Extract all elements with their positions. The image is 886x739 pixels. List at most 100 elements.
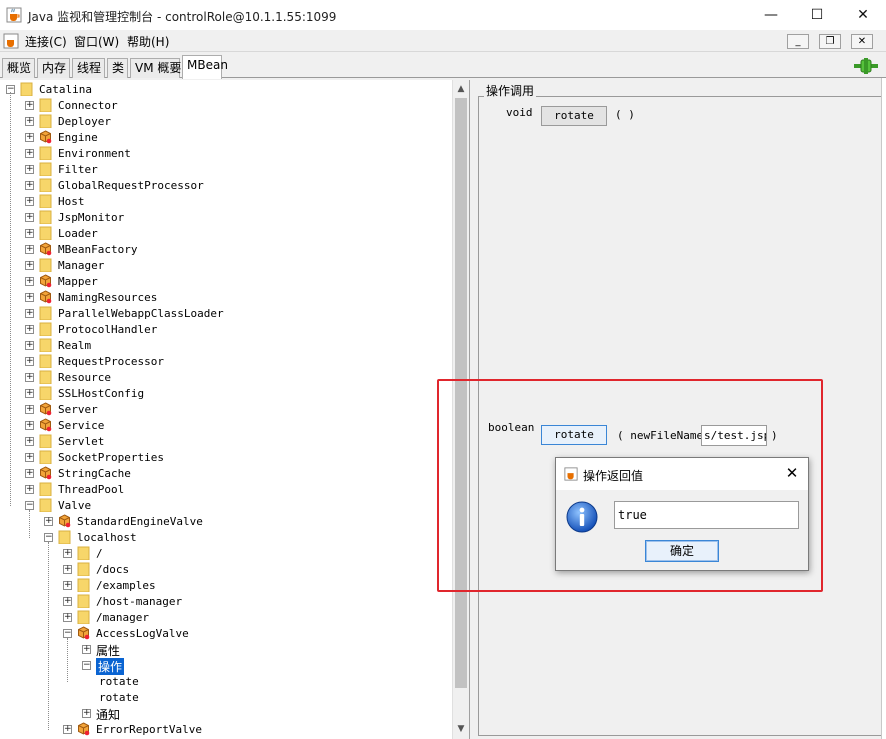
folder-icon	[39, 386, 52, 400]
expand-icon[interactable]: +	[63, 581, 72, 590]
expand-icon[interactable]: +	[25, 437, 34, 446]
menu-help[interactable]: 帮助(H)	[127, 33, 169, 50]
scroll-up-arrow-icon[interactable]: ▲	[453, 81, 469, 97]
expand-icon[interactable]: +	[25, 213, 34, 222]
connection-plug-icon[interactable]	[852, 57, 880, 75]
mdi-close-button[interactable]: ✕	[851, 34, 873, 49]
op1-rotate-button[interactable]: rotate	[541, 106, 607, 126]
expand-icon[interactable]: +	[25, 181, 34, 190]
mdi-restore-button[interactable]: ❐	[819, 34, 841, 49]
tree-node[interactable]: + Engine	[0, 130, 450, 146]
tree-node[interactable]: + Service	[0, 418, 450, 434]
tree-node[interactable]: + ErrorReportValve	[0, 722, 450, 738]
expand-icon[interactable]: +	[25, 341, 34, 350]
expand-icon[interactable]: +	[25, 357, 34, 366]
expand-icon[interactable]: +	[25, 229, 34, 238]
expand-icon[interactable]: +	[25, 309, 34, 318]
tree-node[interactable]: + /	[0, 546, 450, 562]
tree-node[interactable]: + /manager	[0, 610, 450, 626]
collapse-icon[interactable]: −	[82, 661, 91, 670]
expand-icon[interactable]: +	[25, 373, 34, 382]
tree-node-operation[interactable]: rotate	[0, 690, 450, 706]
tab-classes[interactable]: 类	[107, 58, 128, 78]
tree-node[interactable]: + Realm	[0, 338, 450, 354]
menu-window[interactable]: 窗口(W)	[74, 33, 119, 50]
tree-node[interactable]: + NamingResources	[0, 290, 450, 306]
expand-icon[interactable]: +	[25, 405, 34, 414]
tree-node[interactable]: + Loader	[0, 226, 450, 242]
expand-icon[interactable]: +	[25, 149, 34, 158]
expand-icon[interactable]: +	[25, 277, 34, 286]
tree-node[interactable]: + MBeanFactory	[0, 242, 450, 258]
tree-node[interactable]: + Resource	[0, 370, 450, 386]
expand-icon[interactable]: +	[25, 389, 34, 398]
expand-icon[interactable]: +	[25, 469, 34, 478]
tab-threads[interactable]: 线程	[72, 58, 105, 78]
tab-mbean[interactable]: MBean	[182, 55, 228, 79]
tree-node[interactable]: + SocketProperties	[0, 450, 450, 466]
tree-node[interactable]: − Valve	[0, 498, 450, 514]
tree-node[interactable]: − localhost	[0, 530, 450, 546]
expand-icon[interactable]: +	[82, 709, 91, 718]
expand-icon[interactable]: +	[44, 517, 53, 526]
tree-node[interactable]: + ThreadPool	[0, 482, 450, 498]
menu-connection[interactable]: 连接(C)	[25, 33, 67, 50]
minimize-button[interactable]: —	[748, 0, 794, 30]
expand-icon[interactable]: +	[25, 245, 34, 254]
tree-node[interactable]: + SSLHostConfig	[0, 386, 450, 402]
tree-node[interactable]: + Host	[0, 194, 450, 210]
tree-node[interactable]: + /docs	[0, 562, 450, 578]
expand-icon[interactable]: +	[63, 725, 72, 734]
mdi-minimize-button[interactable]: _	[787, 34, 809, 49]
collapse-icon[interactable]: −	[44, 533, 53, 542]
expand-icon[interactable]: +	[25, 133, 34, 142]
tree-node[interactable]: + /examples	[0, 578, 450, 594]
tree-node[interactable]: + Servlet	[0, 434, 450, 450]
tree-node[interactable]: + ParallelWebappClassLoader	[0, 306, 450, 322]
expand-icon[interactable]: +	[25, 117, 34, 126]
folder-icon	[77, 610, 90, 624]
expand-icon[interactable]: +	[25, 485, 34, 494]
tree-node[interactable]: + Environment	[0, 146, 450, 162]
maximize-button[interactable]: ☐	[794, 0, 840, 30]
ok-button[interactable]: 确定	[645, 540, 719, 562]
expand-icon[interactable]: +	[25, 261, 34, 270]
mbean-tree[interactable]: − Catalina + Connector + Deployer + Engine + Envi…	[0, 80, 470, 739]
tree-node[interactable]: + JspMonitor	[0, 210, 450, 226]
tree-node[interactable]: + 通知	[0, 706, 450, 722]
expand-icon[interactable]: +	[25, 101, 34, 110]
tree-node[interactable]: + Manager	[0, 258, 450, 274]
expand-icon[interactable]: +	[25, 453, 34, 462]
tab-overview[interactable]: 概览	[2, 58, 35, 78]
tree-node[interactable]: + StandardEngineValve	[0, 514, 450, 530]
tree-node[interactable]: + /host-manager	[0, 594, 450, 610]
collapse-icon[interactable]: −	[25, 501, 34, 510]
tree-node[interactable]: + ProtocolHandler	[0, 322, 450, 338]
tree-node[interactable]: + Mapper	[0, 274, 450, 290]
expand-icon[interactable]: +	[25, 293, 34, 302]
expand-icon[interactable]: +	[63, 597, 72, 606]
tab-memory[interactable]: 内存	[37, 58, 70, 78]
expand-icon[interactable]: +	[82, 645, 91, 654]
close-button[interactable]: ✕	[840, 0, 886, 30]
tab-vm-summary[interactable]: VM 概要	[130, 58, 181, 78]
tree-node[interactable]: + StringCache	[0, 466, 450, 482]
tree-node[interactable]: + RequestProcessor	[0, 354, 450, 370]
collapse-icon[interactable]: −	[63, 629, 72, 638]
expand-icon[interactable]: +	[63, 613, 72, 622]
tree-node[interactable]: + GlobalRequestProcessor	[0, 178, 450, 194]
expand-icon[interactable]: +	[25, 421, 34, 430]
expand-icon[interactable]: +	[25, 165, 34, 174]
tree-node[interactable]: + Connector	[0, 98, 450, 114]
expand-icon[interactable]: +	[25, 325, 34, 334]
folder-icon	[39, 450, 52, 464]
tree-node[interactable]: + Server	[0, 402, 450, 418]
dialog-close-button[interactable]: ✕	[782, 464, 802, 482]
tree-node-catalina[interactable]: − Catalina	[0, 82, 450, 98]
scroll-down-arrow-icon[interactable]: ▼	[453, 721, 469, 737]
expand-icon[interactable]: +	[25, 197, 34, 206]
tree-node[interactable]: + Deployer	[0, 114, 450, 130]
tree-node[interactable]: + Filter	[0, 162, 450, 178]
expand-icon[interactable]: +	[63, 565, 72, 574]
expand-icon[interactable]: +	[63, 549, 72, 558]
